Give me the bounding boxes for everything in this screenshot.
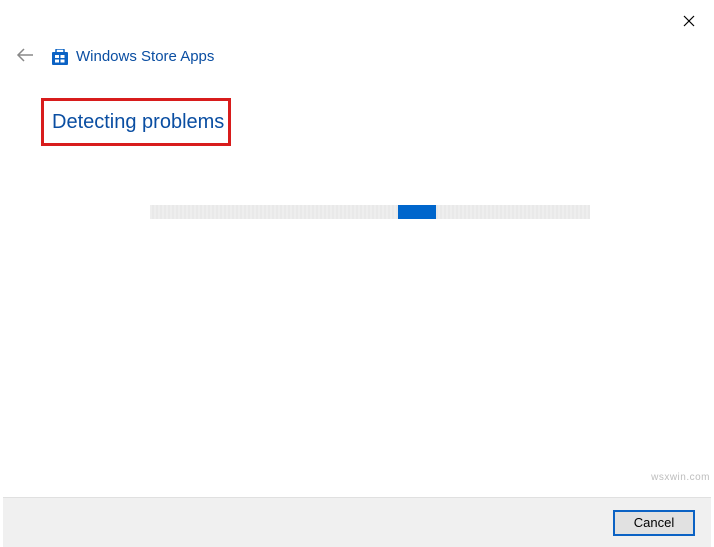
back-button[interactable] — [12, 44, 38, 69]
watermark-text: wsxwin.com — [651, 472, 710, 483]
status-highlight: Detecting problems — [41, 98, 231, 146]
dialog-footer: Cancel — [3, 498, 711, 547]
close-button[interactable] — [674, 6, 704, 36]
cancel-button[interactable]: Cancel — [613, 510, 695, 536]
close-icon — [683, 15, 695, 27]
title-wrap: Windows Store Apps — [52, 48, 214, 65]
store-icon — [52, 49, 68, 65]
progress-indicator — [398, 205, 436, 219]
status-text: Detecting problems — [52, 111, 224, 134]
progress-bar — [150, 205, 590, 219]
dialog-header: Windows Store Apps — [12, 44, 214, 69]
dialog-title: Windows Store Apps — [76, 48, 214, 65]
back-arrow-icon — [16, 48, 34, 62]
